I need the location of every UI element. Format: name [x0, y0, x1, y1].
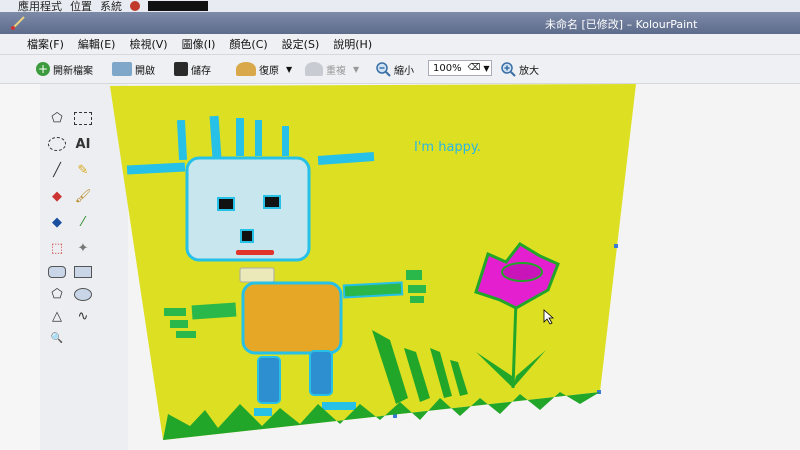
robot-body — [241, 281, 343, 355]
robot-left-eye — [217, 197, 235, 211]
canvas-resize-handle-right[interactable] — [614, 244, 618, 248]
drawing-canvas[interactable] — [0, 0, 800, 450]
robot-hand-right — [408, 285, 426, 293]
robot-leg-right — [309, 350, 333, 396]
robot-foot-left — [254, 408, 272, 416]
robot-mouth — [236, 250, 274, 255]
robot-hand-left — [176, 331, 196, 338]
robot-leg-left — [257, 356, 281, 404]
robot-hand-right — [410, 296, 424, 303]
flower-center — [501, 262, 543, 282]
robot-neck — [239, 267, 275, 283]
screen: 應用程式 位置 系統 未命名 [已修改] – KolourPaint 檔案(F)… — [0, 0, 800, 450]
robot-foot-right — [322, 402, 356, 410]
canvas-caption-text: I'm happy. — [414, 140, 481, 155]
robot-hand-left — [170, 320, 188, 328]
robot-hand-right — [406, 270, 422, 280]
robot-hand-left — [164, 308, 186, 316]
hair-strand — [236, 118, 244, 156]
hair-strand — [255, 120, 262, 156]
hair-strand — [282, 126, 289, 156]
robot-arm-right — [342, 281, 404, 299]
robot-nose — [240, 229, 254, 243]
robot-right-eye — [263, 195, 281, 209]
robot-head — [185, 156, 311, 262]
